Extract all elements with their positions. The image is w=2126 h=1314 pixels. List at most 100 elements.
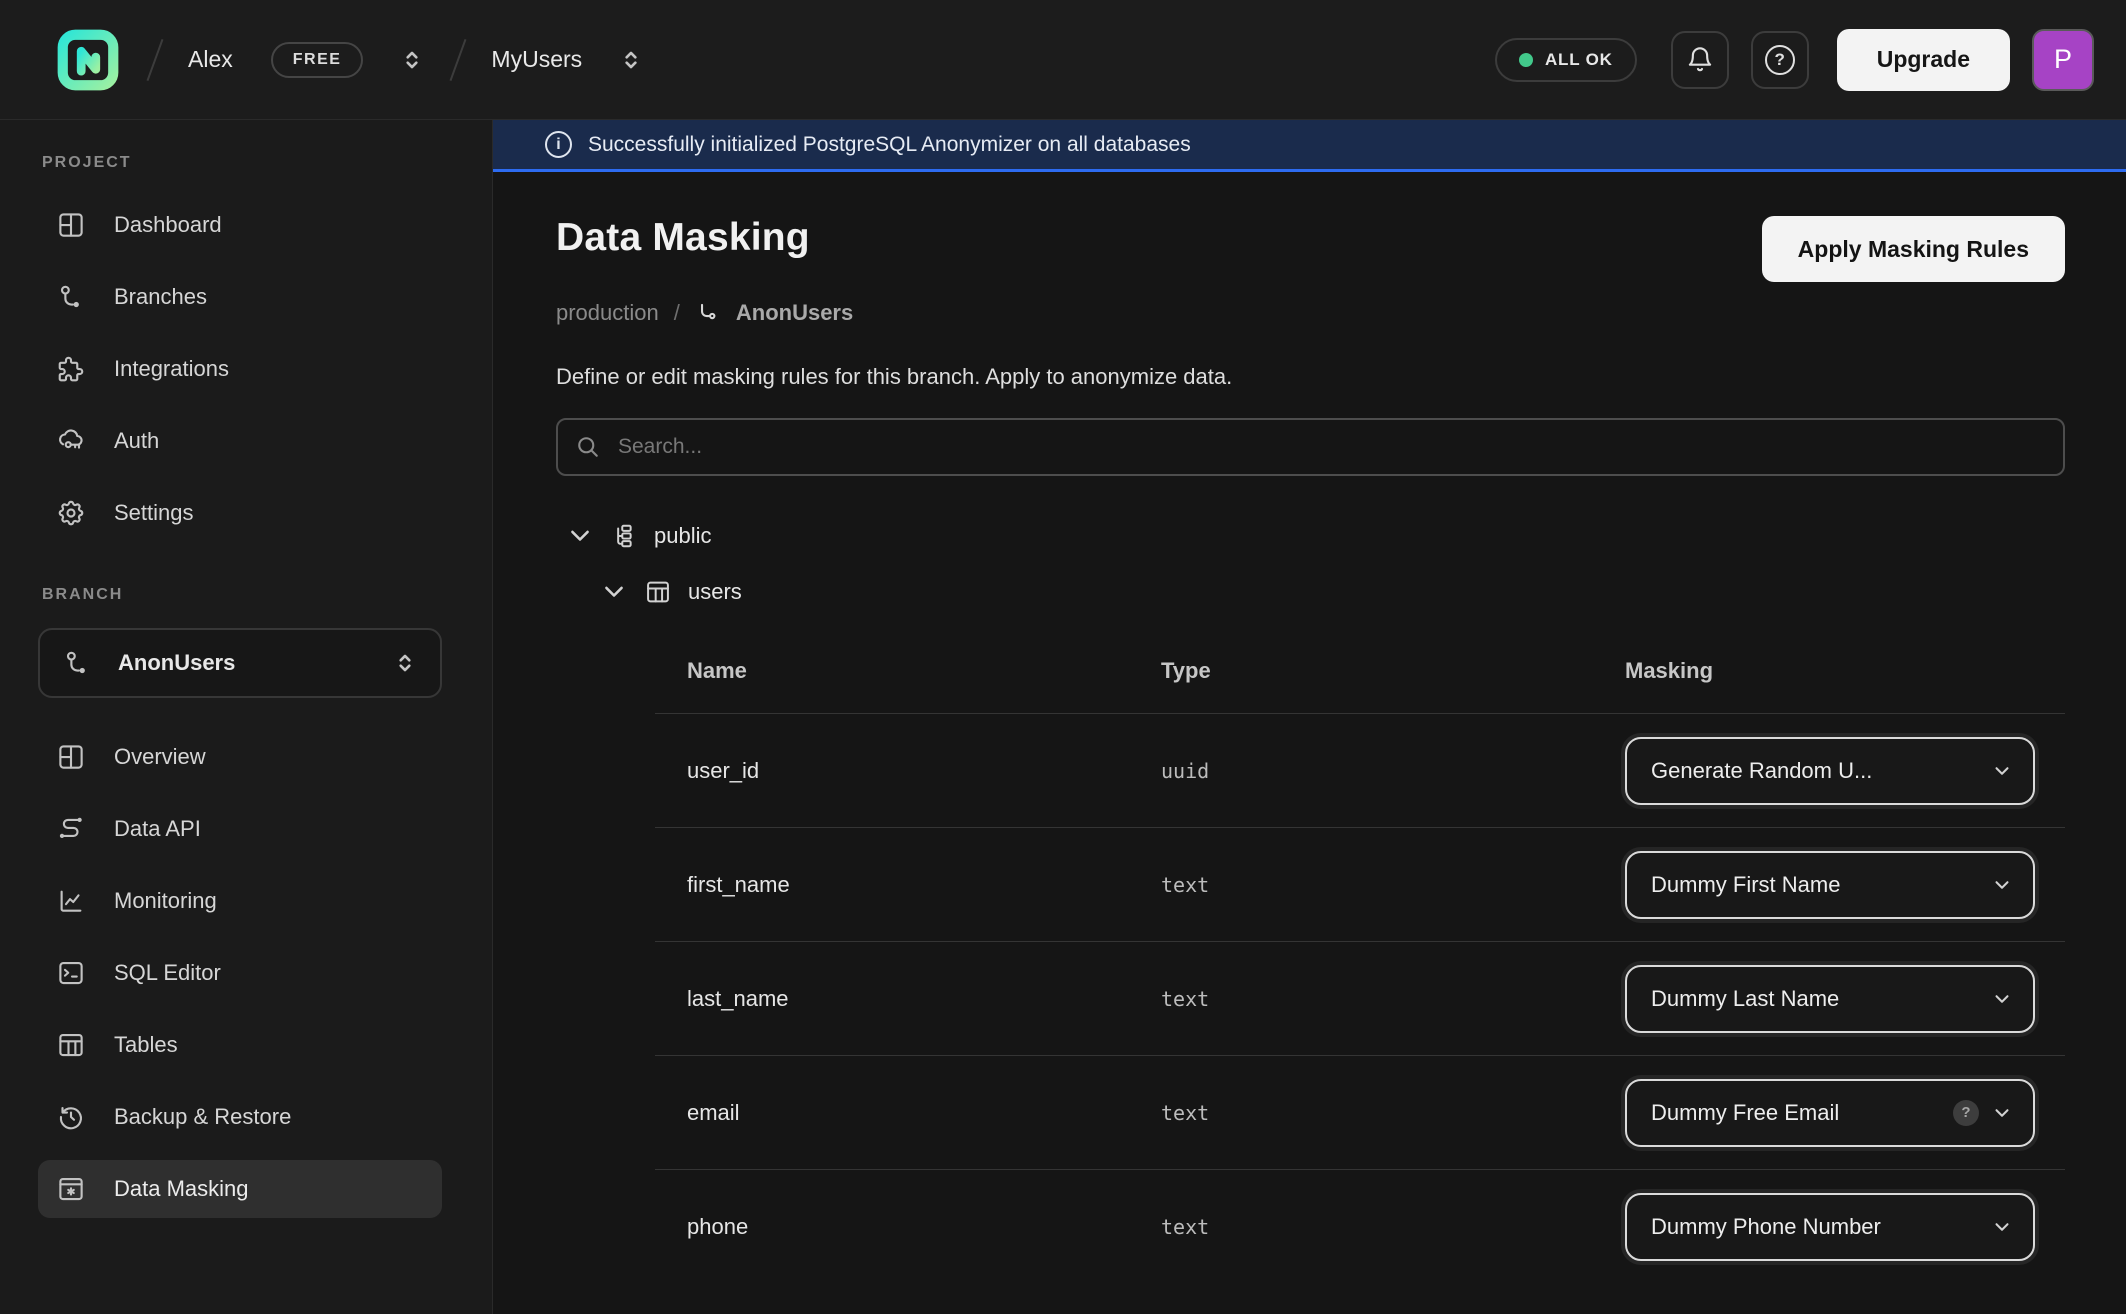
chart-icon [56, 886, 86, 916]
chevron-down-icon[interactable] [600, 578, 628, 606]
column-type: text [1161, 987, 1625, 1011]
column-name: phone [655, 1214, 1161, 1240]
column-name: last_name [655, 986, 1161, 1012]
notifications-button[interactable] [1671, 31, 1729, 89]
table-row: user_id uuid Generate Random U... [655, 713, 2065, 827]
masking-rule-value: Dummy Phone Number [1651, 1214, 1979, 1240]
chevron-down-icon [1991, 874, 2013, 896]
masking-rule-select[interactable]: Generate Random U... [1625, 737, 2035, 805]
masking-rule-value: Dummy Free Email [1651, 1100, 1941, 1126]
columns-table: Name Type Masking user_id uuid Generate … [655, 628, 2065, 1283]
sidebar-item-label: SQL Editor [114, 960, 221, 986]
chevron-down-icon[interactable] [566, 522, 594, 550]
dashboard-icon [56, 210, 86, 240]
sidebar-item-label: Branches [114, 284, 207, 310]
breadcrumb-branch: AnonUsers [736, 300, 853, 326]
sidebar-item-monitoring[interactable]: Monitoring [38, 872, 442, 930]
masking-rule-value: Generate Random U... [1651, 758, 1979, 784]
user-avatar[interactable]: P [2032, 29, 2094, 91]
sidebar-item-label: Settings [114, 500, 194, 526]
masking-rule-select[interactable]: Dummy Free Email ? [1625, 1079, 2035, 1147]
plan-badge: FREE [271, 42, 364, 78]
page-description: Define or edit masking rules for this br… [556, 364, 2065, 390]
git-branch-icon [62, 648, 92, 678]
status-text: ALL OK [1545, 50, 1613, 70]
header-separator [147, 38, 164, 80]
column-name: first_name [655, 872, 1161, 898]
sidebar-section-branch: BRANCH [38, 586, 442, 604]
chevron-down-icon [1991, 988, 2013, 1010]
top-header: Alex FREE MyUsers ALL OK ? Upgrade P [0, 0, 2126, 120]
sidebar-item-label: Data API [114, 816, 201, 842]
column-header-masking: Masking [1625, 658, 2065, 684]
sidebar-item-sql-editor[interactable]: SQL Editor [38, 944, 442, 1002]
header-separator [450, 38, 467, 80]
column-name: user_id [655, 758, 1161, 784]
table-row: email text Dummy Free Email ? [655, 1055, 2065, 1169]
breadcrumb-parent[interactable]: production [556, 300, 659, 326]
masking-rule-select[interactable]: Dummy Phone Number [1625, 1193, 2035, 1261]
status-dot-icon [1519, 53, 1533, 67]
git-branch-icon [56, 282, 86, 312]
mask-icon [56, 1174, 86, 1204]
upgrade-button[interactable]: Upgrade [1837, 29, 2010, 91]
sidebar-item-tables[interactable]: Tables [38, 1016, 442, 1074]
search-bar [556, 418, 2065, 476]
sidebar-item-backup-restore[interactable]: Backup & Restore [38, 1088, 442, 1146]
table-row: phone text Dummy Phone Number [655, 1169, 2065, 1283]
sidebar-item-label: Dashboard [114, 212, 222, 238]
table-row: first_name text Dummy First Name [655, 827, 2065, 941]
table-row: last_name text Dummy Last Name [655, 941, 2065, 1055]
project-name[interactable]: MyUsers [491, 46, 582, 73]
masking-rule-value: Dummy Last Name [1651, 986, 1979, 1012]
route-icon [56, 814, 86, 844]
chevron-down-icon [1991, 1102, 2013, 1124]
neon-logo-icon[interactable] [54, 26, 122, 94]
sidebar-item-branches[interactable]: Branches [38, 268, 442, 326]
apply-masking-rules-button[interactable]: Apply Masking Rules [1762, 216, 2065, 282]
search-input[interactable] [556, 418, 2065, 476]
masking-rule-select[interactable]: Dummy First Name [1625, 851, 2035, 919]
sidebar-item-integrations[interactable]: Integrations [38, 340, 442, 398]
puzzle-icon [56, 354, 86, 384]
help-icon: ? [1765, 45, 1795, 75]
main-panel: i Successfully initialized PostgreSQL An… [493, 120, 2126, 1314]
search-icon [574, 433, 602, 461]
sidebar-item-dashboard[interactable]: Dashboard [38, 196, 442, 254]
cloud-key-icon [56, 426, 86, 456]
status-pill[interactable]: ALL OK [1495, 38, 1637, 82]
project-switcher-chevrons-icon[interactable] [618, 47, 644, 73]
tree-node-table[interactable]: users [600, 578, 2065, 606]
org-name[interactable]: Alex [188, 46, 233, 73]
help-button[interactable]: ? [1751, 31, 1809, 89]
sidebar-item-data-masking[interactable]: Data Masking [38, 1160, 442, 1218]
schema-icon [610, 522, 638, 550]
history-icon [56, 1102, 86, 1132]
help-badge-icon[interactable]: ? [1953, 1100, 1979, 1126]
column-name: email [655, 1100, 1161, 1126]
schema-tree: public users [556, 522, 2065, 606]
column-type: text [1161, 873, 1625, 897]
chevron-down-icon [1991, 760, 2013, 782]
schema-name: public [654, 523, 711, 549]
sidebar-section-project: PROJECT [38, 154, 442, 172]
sidebar-item-overview[interactable]: Overview [38, 728, 442, 786]
page-title: Data Masking [556, 216, 810, 260]
branch-selector-chevrons-icon [392, 650, 418, 676]
gear-icon [56, 498, 86, 528]
sidebar-item-settings[interactable]: Settings [38, 484, 442, 542]
sidebar-item-label: Data Masking [114, 1176, 249, 1202]
sidebar-item-label: Tables [114, 1032, 178, 1058]
breadcrumb-separator: / [674, 300, 680, 326]
breadcrumb: production / AnonUsers [556, 300, 2065, 326]
sidebar-item-auth[interactable]: Auth [38, 412, 442, 470]
column-type: text [1161, 1215, 1625, 1239]
branch-selector[interactable]: AnonUsers [38, 628, 442, 698]
tree-node-schema[interactable]: public [566, 522, 2065, 550]
masking-rule-select[interactable]: Dummy Last Name [1625, 965, 2035, 1033]
sidebar-item-data-api[interactable]: Data API [38, 800, 442, 858]
column-type: text [1161, 1101, 1625, 1125]
masking-rule-value: Dummy First Name [1651, 872, 1979, 898]
table-header-row: Name Type Masking [655, 628, 2065, 713]
org-switcher-chevrons-icon[interactable] [399, 47, 425, 73]
